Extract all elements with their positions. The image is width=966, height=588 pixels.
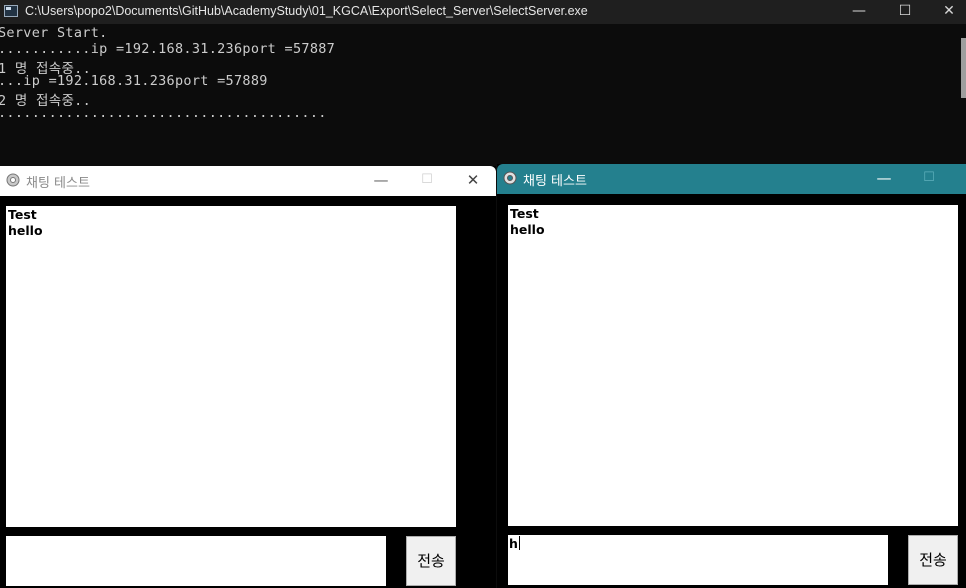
console-line: ...ip =192.168.31.236port =57889 xyxy=(0,73,268,89)
chat-window-right: 채팅 테스트 — ☐ Test hello h 전송 xyxy=(497,164,966,588)
chat-left-message-log[interactable]: Test hello xyxy=(6,206,456,527)
chat-right-message-log[interactable]: Test hello xyxy=(508,205,958,526)
chat-left-titlebar[interactable]: 채팅 테스트 — ☐ ✕ xyxy=(0,166,496,196)
chat-right-message-input[interactable]: h xyxy=(508,535,888,585)
input-text: h xyxy=(509,536,518,551)
message-item: Test xyxy=(510,206,539,221)
chat-left-title: 채팅 테스트 xyxy=(26,176,90,191)
chat-right-titlebar[interactable]: 채팅 테스트 — ☐ xyxy=(497,164,966,194)
chat-right-title: 채팅 테스트 xyxy=(523,174,587,189)
app-gear-icon xyxy=(6,173,20,187)
console-line: ...........ip =192.168.31.236port =57887 xyxy=(0,41,336,57)
app-gear-icon xyxy=(503,171,517,185)
chat-left-message-input[interactable] xyxy=(6,536,386,586)
console-title: C:\Users\popo2\Documents\GitHub\AcademyS… xyxy=(25,4,588,18)
console-minimize-button[interactable]: — xyxy=(836,0,882,24)
console-close-button[interactable]: ✕ xyxy=(926,0,966,24)
chat-left-send-button[interactable]: 전송 xyxy=(406,536,456,586)
chat-right-send-button[interactable]: 전송 xyxy=(908,535,958,585)
console-maximize-button[interactable]: ☐ xyxy=(882,0,928,24)
server-console-window: C:\Users\popo2\Documents\GitHub\AcademyS… xyxy=(0,0,966,170)
chat-window-left: 채팅 테스트 — ☐ ✕ Test hello 전송 xyxy=(0,166,496,588)
chat-right-minimize-button[interactable]: — xyxy=(861,164,907,194)
chat-left-close-button[interactable]: ✕ xyxy=(450,166,496,196)
message-item: hello xyxy=(510,222,545,237)
console-app-icon xyxy=(4,5,18,17)
message-item: hello xyxy=(8,223,43,238)
console-titlebar[interactable]: C:\Users\popo2\Documents\GitHub\AcademyS… xyxy=(0,0,966,24)
console-line: ....................................... xyxy=(0,105,327,121)
text-caret xyxy=(518,536,520,550)
message-item: Test xyxy=(8,207,37,222)
chat-left-maximize-button[interactable]: ☐ xyxy=(404,166,450,196)
console-scrollbar[interactable] xyxy=(961,38,966,98)
chat-left-minimize-button[interactable]: — xyxy=(358,166,404,196)
console-line: Server Start. xyxy=(0,25,108,41)
chat-right-maximize-button[interactable]: ☐ xyxy=(906,164,952,194)
console-output: Server Start. ...........ip =192.168.31.… xyxy=(0,25,960,170)
